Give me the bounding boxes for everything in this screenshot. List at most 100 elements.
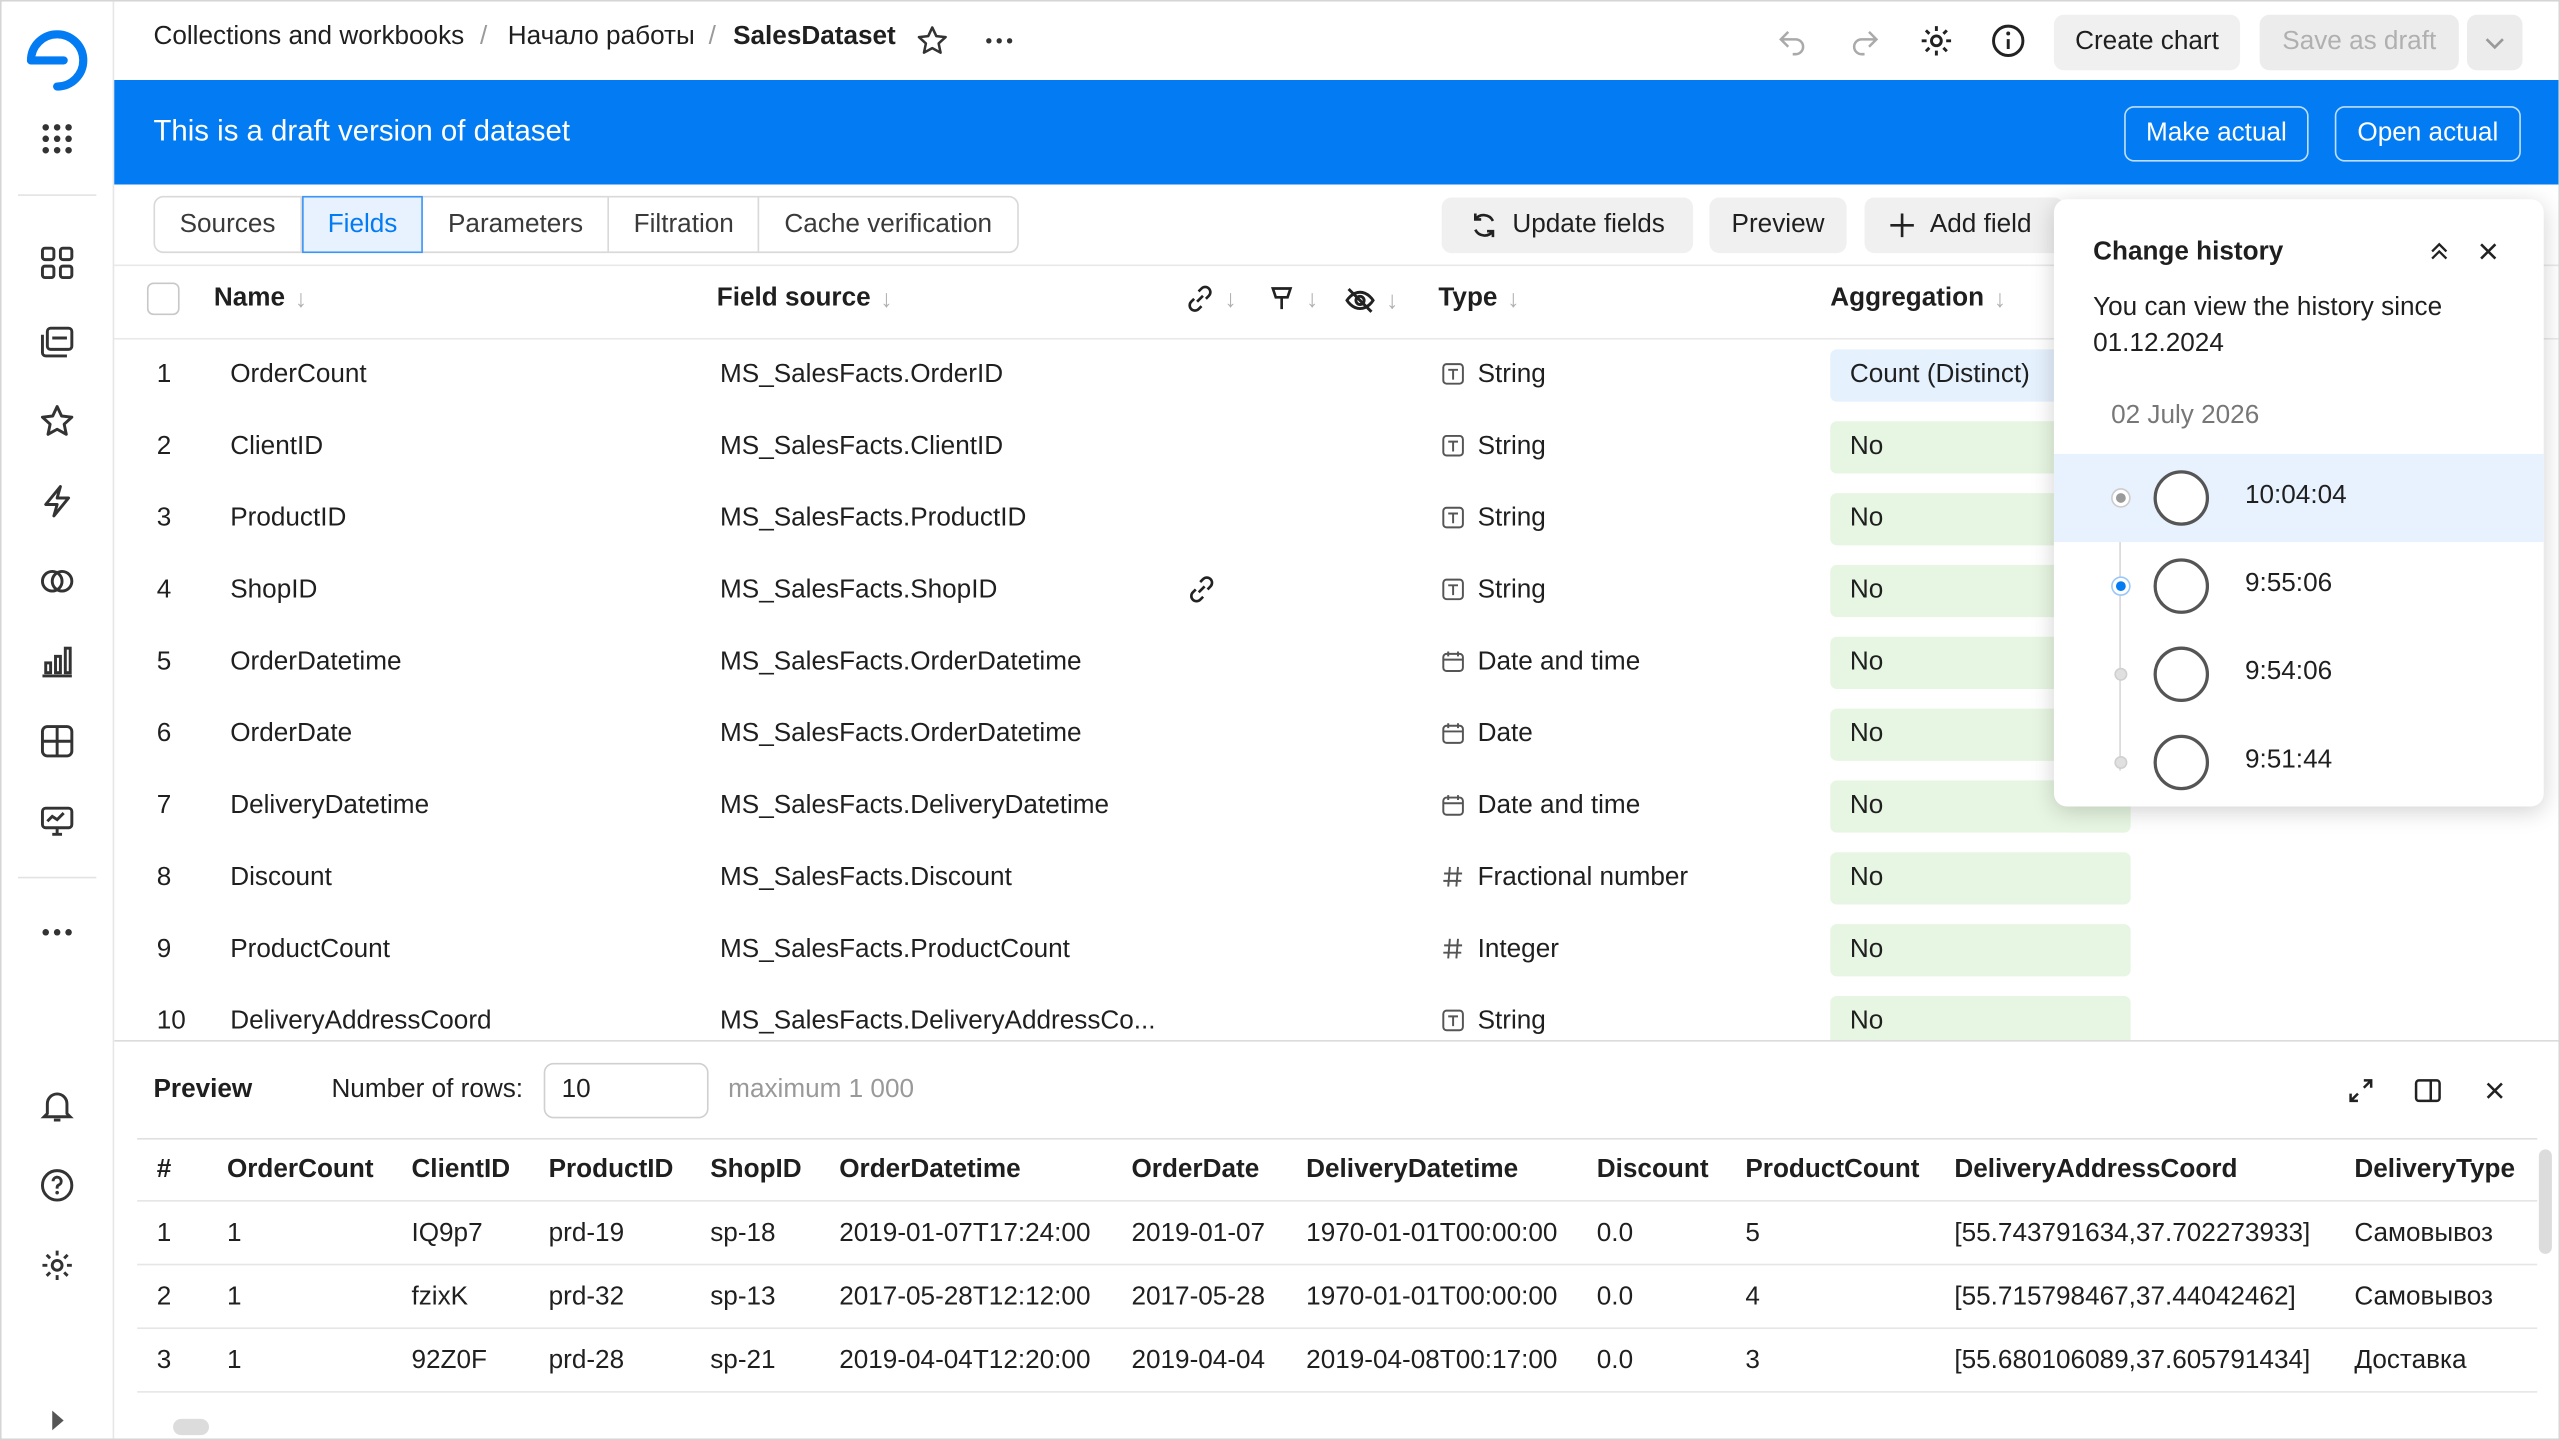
fullscreen-icon[interactable]	[2338, 1068, 2384, 1114]
rows-count-input[interactable]	[543, 1062, 709, 1119]
field-type[interactable]: Date	[1442, 720, 1533, 749]
table-row[interactable]: 9 ProductCount MS_SalesFacts.ProductCount I…	[114, 914, 2558, 986]
column-header-visibility[interactable]: ↓	[1344, 284, 1398, 317]
preview-column-header[interactable]: ProductID	[549, 1156, 674, 1185]
field-source[interactable]: MS_SalesFacts.ProductID	[720, 505, 1026, 534]
field-name[interactable]: DeliveryDatetime	[230, 792, 429, 821]
connections-icon[interactable]	[34, 558, 80, 604]
settings-icon[interactable]	[34, 1242, 80, 1288]
field-source[interactable]: MS_SalesFacts.ShopID	[720, 576, 997, 605]
redo-icon[interactable]	[1842, 18, 1888, 64]
breadcrumb-workbook[interactable]: Начало работы	[508, 23, 695, 52]
field-name[interactable]: OrderDatetime	[230, 648, 401, 677]
dataset-icon[interactable]	[34, 718, 80, 764]
dashboard-grid-icon[interactable]	[34, 240, 80, 286]
history-item[interactable]: 9:51:44	[2054, 718, 2544, 806]
field-name[interactable]: ProductID	[230, 505, 346, 534]
field-type[interactable]: String	[1442, 1007, 1546, 1036]
preview-column-header[interactable]: ShopID	[710, 1156, 801, 1185]
star-icon[interactable]	[34, 398, 80, 444]
history-item[interactable]: 9:54:06	[2054, 630, 2544, 718]
field-name[interactable]: OrderDate	[230, 720, 352, 749]
save-menu-button[interactable]	[2467, 14, 2523, 71]
link-icon[interactable]	[1187, 575, 1216, 613]
column-header-link[interactable]: ↓	[1185, 284, 1237, 313]
field-name[interactable]: Discount	[230, 864, 332, 893]
chart-icon[interactable]	[34, 638, 80, 684]
field-type[interactable]: String	[1442, 505, 1546, 534]
close-icon[interactable]	[2469, 232, 2508, 271]
preview-column-header[interactable]: OrderCount	[227, 1156, 374, 1185]
make-actual-button[interactable]: Make actual	[2124, 106, 2309, 162]
preview-column-header[interactable]: Discount	[1597, 1156, 1709, 1185]
table-row[interactable]: 8 Discount MS_SalesFacts.Discount Fractiona…	[114, 842, 2558, 914]
field-source[interactable]: MS_SalesFacts.OrderID	[720, 361, 1003, 390]
history-item[interactable]: 9:55:06	[2054, 542, 2544, 630]
field-name[interactable]: ClientID	[230, 433, 323, 462]
column-header-key[interactable]: ↓	[1267, 284, 1318, 313]
field-type[interactable]: Fractional number	[1442, 864, 1688, 893]
tab-filtration[interactable]: Filtration	[609, 197, 760, 252]
add-field-button[interactable]: Add field	[1864, 197, 2064, 254]
collapse-icon[interactable]	[2420, 232, 2459, 271]
tab-parameters[interactable]: Parameters	[424, 197, 610, 252]
preview-column-header[interactable]: DeliveryDatetime	[1306, 1156, 1518, 1185]
more-icon[interactable]	[34, 909, 80, 955]
monitor-icon[interactable]	[34, 798, 80, 844]
field-type[interactable]: Date and time	[1442, 792, 1640, 821]
collections-icon[interactable]	[34, 318, 80, 364]
favorite-star-icon[interactable]	[909, 18, 955, 64]
field-source[interactable]: MS_SalesFacts.Discount	[720, 864, 1012, 893]
save-as-draft-button[interactable]: Save as draft	[2259, 14, 2459, 71]
column-header-field-source[interactable]: Field source ↓	[717, 284, 893, 313]
undo-icon[interactable]	[1770, 18, 1816, 64]
field-name[interactable]: DeliveryAddressCoord	[230, 1007, 491, 1036]
expand-rail-icon[interactable]	[34, 1398, 80, 1439]
aggregation-select[interactable]: No	[1830, 924, 2131, 977]
preview-column-header[interactable]: DeliveryType	[2354, 1156, 2515, 1185]
close-preview-icon[interactable]	[2472, 1068, 2518, 1114]
breadcrumb-collections[interactable]: Collections and workbooks	[153, 23, 464, 52]
lightning-icon[interactable]	[34, 478, 80, 524]
field-type[interactable]: Date and time	[1442, 648, 1640, 677]
field-type[interactable]: String	[1442, 361, 1546, 390]
field-source[interactable]: MS_SalesFacts.DeliveryDatetime	[720, 792, 1109, 821]
tab-sources[interactable]: Sources	[155, 197, 302, 252]
field-type[interactable]: String	[1442, 433, 1546, 462]
help-icon[interactable]	[34, 1162, 80, 1208]
select-all-checkbox[interactable]	[146, 282, 180, 316]
history-item[interactable]: 10:04:04	[2053, 453, 2544, 543]
field-source[interactable]: MS_SalesFacts.ProductCount	[720, 936, 1070, 965]
gear-icon[interactable]	[1914, 18, 1960, 64]
field-name[interactable]: ShopID	[230, 576, 317, 605]
field-name[interactable]: OrderCount	[230, 361, 366, 390]
tab-fields[interactable]: Fields	[301, 195, 424, 254]
field-source[interactable]: MS_SalesFacts.DeliveryAddressCo...	[720, 1007, 1156, 1036]
field-source[interactable]: MS_SalesFacts.OrderDatetime	[720, 720, 1081, 749]
update-fields-button[interactable]: Update fields	[1441, 197, 1694, 254]
apps-grid-icon[interactable]	[34, 116, 80, 162]
column-header-type[interactable]: Type ↓	[1438, 284, 1519, 313]
field-name[interactable]: ProductCount	[230, 936, 390, 965]
field-type[interactable]: Integer	[1442, 936, 1559, 965]
column-header-aggregation[interactable]: Aggregation ↓	[1830, 284, 2006, 313]
open-actual-button[interactable]: Open actual	[2334, 106, 2521, 162]
preview-column-header[interactable]: OrderDate	[1131, 1156, 1259, 1185]
tab-cache-verification[interactable]: Cache verification	[760, 198, 1017, 252]
logo-icon[interactable]	[24, 28, 89, 93]
preview-column-header[interactable]: ClientID	[411, 1156, 510, 1185]
preview-column-header[interactable]: DeliveryAddressCoord	[1954, 1156, 2237, 1185]
bell-icon[interactable]	[34, 1082, 80, 1128]
info-icon[interactable]	[1985, 18, 2031, 64]
field-source[interactable]: MS_SalesFacts.ClientID	[720, 433, 1003, 462]
field-source[interactable]: MS_SalesFacts.OrderDatetime	[720, 648, 1081, 677]
aggregation-select[interactable]: No	[1830, 852, 2131, 905]
more-actions-icon[interactable]	[976, 18, 1022, 64]
preview-horizontal-scrollbar[interactable]	[173, 1418, 209, 1436]
split-view-icon[interactable]	[2405, 1068, 2451, 1114]
preview-column-header[interactable]: #	[157, 1156, 172, 1185]
create-chart-button[interactable]: Create chart	[2053, 14, 2241, 71]
preview-column-header[interactable]: ProductCount	[1745, 1156, 1919, 1185]
preview-vertical-scrollbar[interactable]	[2538, 1149, 2552, 1254]
preview-column-header[interactable]: OrderDatetime	[839, 1156, 1020, 1185]
